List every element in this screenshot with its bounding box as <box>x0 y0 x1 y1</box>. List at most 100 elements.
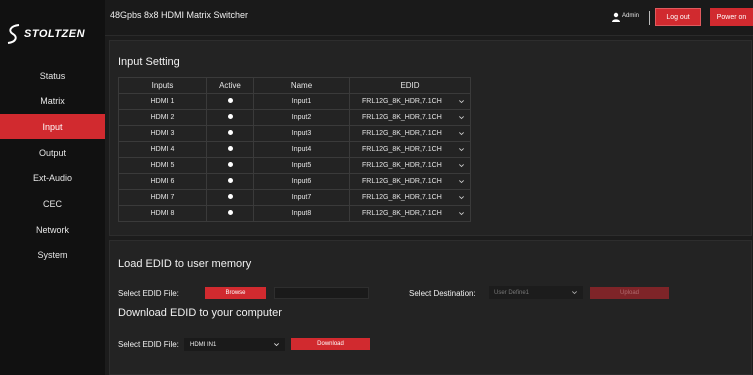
edid-value: FRL12G_8K_HDR,7.1CH <box>362 162 442 169</box>
edid-value: FRL12G_8K_HDR,7.1CH <box>362 114 442 121</box>
chevron-down-icon <box>572 291 577 295</box>
table-row: HDMI 2 Input2 FRL12G_8K_HDR,7.1CH <box>118 109 471 126</box>
name-cell[interactable]: Input2 <box>253 109 350 126</box>
sidebar-item-matrix[interactable]: Matrix <box>0 89 105 114</box>
table-row: HDMI 5 Input5 FRL12G_8K_HDR,7.1CH <box>118 157 471 174</box>
sidebar-item-input[interactable]: Input <box>0 114 105 140</box>
edid-select[interactable]: FRL12G_8K_HDR,7.1CH <box>349 125 471 142</box>
input-table: Inputs Active Name EDID HDMI 1 Input1 FRL1… <box>118 77 471 222</box>
column-header-edid: EDID <box>349 77 471 94</box>
name-cell[interactable]: Input8 <box>253 205 350 222</box>
download-file-select[interactable]: HDMI IN1 <box>184 338 285 351</box>
chevron-down-icon <box>459 132 464 136</box>
input-cell: HDMI 2 <box>118 109 207 126</box>
edid-select[interactable]: FRL12G_8K_HDR,7.1CH <box>349 141 471 158</box>
edid-file-field[interactable] <box>274 287 369 299</box>
sidebar-item-cec[interactable]: CEC <box>0 191 105 216</box>
active-cell <box>206 93 254 110</box>
destination-value: User Define1 <box>494 289 530 296</box>
name-cell[interactable]: Input7 <box>253 189 350 206</box>
chevron-down-icon <box>459 196 464 200</box>
name-cell[interactable]: Input3 <box>253 125 350 142</box>
column-header-name: Name <box>253 77 350 94</box>
download-edid-title: Download EDID to your computer <box>118 307 282 319</box>
input-cell: HDMI 1 <box>118 93 207 110</box>
sidebar-item-ext-audio[interactable]: Ext-Audio <box>0 166 105 191</box>
browse-button[interactable]: Browse <box>205 287 266 299</box>
active-indicator-icon <box>227 194 233 199</box>
edid-select[interactable]: FRL12G_8K_HDR,7.1CH <box>349 93 471 110</box>
download-button[interactable]: Download <box>291 338 370 350</box>
active-cell <box>206 189 254 206</box>
download-file-value: HDMI IN1 <box>190 341 217 348</box>
input-setting-title: Input Setting <box>118 56 180 68</box>
edid-select[interactable]: FRL12G_8K_HDR,7.1CH <box>349 205 471 222</box>
sidebar-item-output[interactable]: Output <box>0 140 105 165</box>
edid-value: FRL12G_8K_HDR,7.1CH <box>362 130 442 137</box>
stoltzen-logo-icon <box>7 24 20 44</box>
active-indicator-icon <box>227 114 233 119</box>
active-cell <box>206 157 254 174</box>
active-cell <box>206 141 254 158</box>
column-header-inputs: Inputs <box>118 77 207 94</box>
input-cell: HDMI 5 <box>118 157 207 174</box>
chevron-down-icon <box>459 100 464 104</box>
table-row: HDMI 7 Input7 FRL12G_8K_HDR,7.1CH <box>118 189 471 206</box>
select-destination-label: Select Destination: <box>409 289 476 298</box>
edid-value: FRL12G_8K_HDR,7.1CH <box>362 194 442 201</box>
sidebar-item-system[interactable]: System <box>0 243 105 268</box>
name-cell[interactable]: Input6 <box>253 173 350 190</box>
active-indicator-icon <box>227 146 233 151</box>
active-cell <box>206 205 254 222</box>
brand-logo: STOLTZEN <box>6 22 98 46</box>
active-cell <box>206 125 254 142</box>
name-cell[interactable]: Input5 <box>253 157 350 174</box>
edid-panel: Load EDID to user memory Select EDID Fil… <box>109 240 752 375</box>
input-cell: HDMI 7 <box>118 189 207 206</box>
edid-value: FRL12G_8K_HDR,7.1CH <box>362 146 442 153</box>
chevron-down-icon <box>459 164 464 168</box>
edid-select[interactable]: FRL12G_8K_HDR,7.1CH <box>349 157 471 174</box>
input-cell: HDMI 6 <box>118 173 207 190</box>
active-cell <box>206 109 254 126</box>
active-indicator-icon <box>227 178 233 183</box>
power-on-button[interactable]: Power on <box>710 8 753 26</box>
load-edid-title: Load EDID to user memory <box>118 258 252 270</box>
chevron-down-icon <box>459 212 464 216</box>
header-divider <box>649 11 650 25</box>
select-edid-file-label: Select EDID File: <box>118 289 179 298</box>
edid-value: FRL12G_8K_HDR,7.1CH <box>362 210 442 217</box>
sidebar-item-network[interactable]: Network <box>0 217 105 242</box>
active-indicator-icon <box>227 162 233 167</box>
edid-value: FRL12G_8K_HDR,7.1CH <box>362 178 442 185</box>
sidebar-nav: Status Matrix Input Output Ext-Audio CEC Netwo… <box>0 63 105 269</box>
input-cell: HDMI 4 <box>118 141 207 158</box>
chevron-down-icon <box>459 180 464 184</box>
input-cell: HDMI 3 <box>118 125 207 142</box>
edid-select[interactable]: FRL12G_8K_HDR,7.1CH <box>349 189 471 206</box>
logout-button[interactable]: Log out <box>655 8 701 26</box>
upload-button[interactable]: Upload <box>590 287 669 299</box>
active-indicator-icon <box>227 130 233 135</box>
chevron-down-icon <box>459 116 464 120</box>
sidebar-item-status[interactable]: Status <box>0 63 105 88</box>
destination-select[interactable]: User Define1 <box>489 286 583 299</box>
chevron-down-icon <box>459 148 464 152</box>
download-select-file-label: Select EDID File: <box>118 340 179 349</box>
page-title: 48Gpbs 8x8 HDMI Matrix Switcher <box>110 10 249 20</box>
edid-select[interactable]: FRL12G_8K_HDR,7.1CH <box>349 109 471 126</box>
table-row: HDMI 1 Input1 FRL12G_8K_HDR,7.1CH <box>118 93 471 110</box>
table-row: HDMI 4 Input4 FRL12G_8K_HDR,7.1CH <box>118 141 471 158</box>
table-header-row: Inputs Active Name EDID <box>118 77 471 94</box>
brand-name: STOLTZEN <box>24 28 86 40</box>
input-cell: HDMI 8 <box>118 205 207 222</box>
header-bar: 48Gpbs 8x8 HDMI Matrix Switcher Admin Lo… <box>105 0 753 36</box>
column-header-active: Active <box>206 77 254 94</box>
active-indicator-icon <box>227 98 233 103</box>
name-cell[interactable]: Input1 <box>253 93 350 110</box>
table-row: HDMI 8 Input8 FRL12G_8K_HDR,7.1CH <box>118 205 471 222</box>
name-cell[interactable]: Input4 <box>253 141 350 158</box>
edid-select[interactable]: FRL12G_8K_HDR,7.1CH <box>349 173 471 190</box>
chevron-down-icon <box>274 343 279 347</box>
user-icon <box>612 12 620 22</box>
